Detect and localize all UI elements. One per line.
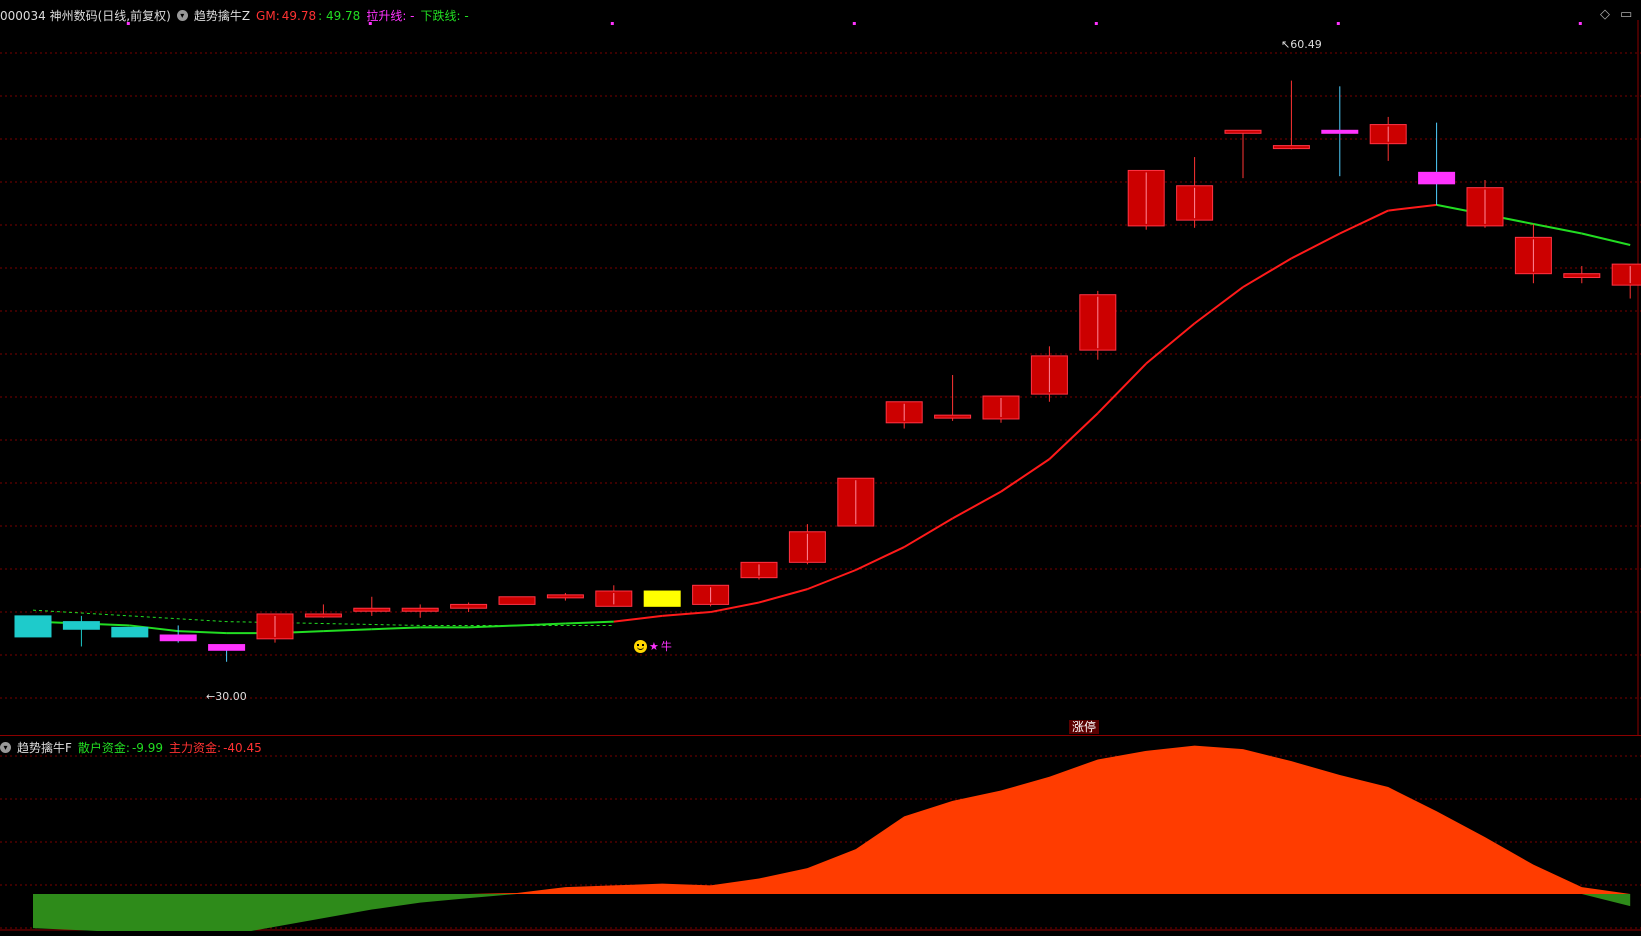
gm-value-2: : 49.78: [318, 8, 361, 23]
candle-body: [62, 621, 100, 630]
trend-line-segment: [1145, 322, 1196, 365]
trend-line-segment: [1533, 222, 1582, 235]
period-marker: [1094, 22, 1098, 25]
trend-line-segment: [1048, 412, 1099, 460]
candle-body: [1611, 263, 1641, 286]
candle-body: [934, 414, 972, 419]
trend-line-segment: [1581, 232, 1631, 246]
fall-line-label: 下跌线: -: [420, 9, 469, 23]
retail-fund-label: 散户资金:: [77, 741, 130, 755]
candle-body: [304, 613, 342, 618]
trend-line-segment: [565, 620, 614, 625]
trend-line-segment: [903, 517, 954, 548]
high-price-label: ↖60.49: [1281, 38, 1322, 51]
trend-line-segment: [516, 622, 566, 627]
trend-line-segment: [1000, 458, 1050, 493]
trend-line-segment: [1339, 209, 1389, 235]
candlestick-chart[interactable]: [0, 0, 1641, 735]
candle-body: [1224, 129, 1262, 134]
candle-body: [1418, 171, 1456, 185]
trend-line-segment: [1242, 257, 1292, 288]
trend-line-segment: [1388, 203, 1437, 212]
candle-body: [1272, 145, 1310, 150]
candle-body: [111, 626, 149, 638]
trend-line-segment: [613, 614, 663, 623]
high-price-value: 60.49: [1290, 38, 1322, 51]
trend-line-segment: [662, 611, 711, 617]
trend-line-segment: [855, 546, 905, 571]
main-fund-area: [33, 745, 1631, 894]
main-chart-panel[interactable]: 000034 神州数码(日线,前复权) ▾ 趋势擒牛Z GM: 49.78 : …: [0, 0, 1641, 735]
window-toggle-icon[interactable]: ▭: [1620, 7, 1632, 22]
trend-line-segment: [952, 490, 1002, 520]
trend-line-segment: [758, 588, 808, 604]
stock-code-name: 000034 神州数码(日线,前复权): [0, 9, 171, 23]
trend-line-segment: [807, 569, 857, 591]
limit-up-tag: 涨停: [1069, 720, 1100, 734]
candle-body: [353, 607, 391, 612]
main-fund-label: 主力资金:: [169, 741, 222, 755]
trend-line-segment: [178, 630, 227, 635]
signal-label: 牛: [660, 640, 672, 653]
candle-body: [159, 634, 197, 642]
candle-body: [546, 594, 584, 599]
low-price-value: 30.00: [215, 690, 247, 703]
main-fund-value: -40.45: [223, 740, 262, 755]
trend-line-segment: [323, 628, 372, 633]
trend-line-segment: [468, 624, 518, 629]
candle-body: [1321, 129, 1359, 134]
fund-flow-chart[interactable]: [0, 736, 1641, 931]
trend-line-segment: [1193, 286, 1244, 325]
star-icon: ★: [649, 639, 659, 653]
sub-indicator-settings-icon[interactable]: ▾: [0, 742, 11, 753]
fund-flow-header: ▾ 趋势擒牛F 散户资金: -9.99 主力资金: -40.45: [0, 739, 262, 756]
candle-body: [401, 607, 439, 612]
chart-header: 000034 神州数码(日线,前复权) ▾ 趋势擒牛Z GM: 49.78 : …: [0, 7, 469, 24]
candle-body: [14, 615, 52, 638]
period-marker: [610, 22, 614, 25]
indicator-name: 趋势擒牛Z: [193, 9, 251, 23]
rise-line-label: 拉升线: -: [366, 9, 415, 23]
candle-body: [643, 590, 681, 607]
smiley-icon: [634, 639, 647, 653]
period-marker: [1578, 22, 1582, 25]
gm-value: 49.78: [281, 8, 317, 23]
sub-indicator-name: 趋势擒牛F: [17, 741, 72, 755]
trend-line-segment: [1290, 232, 1341, 260]
fund-flow-panel[interactable]: ▾ 趋势擒牛F 散户资金: -9.99 主力资金: -40.45: [0, 735, 1641, 931]
retail-fund-area: [33, 894, 1631, 931]
period-marker: [1336, 22, 1340, 25]
trend-line-segment: [1097, 362, 1147, 414]
retail-fund-value: -9.99: [131, 740, 164, 755]
period-marker: [852, 22, 856, 25]
buy-signal-marker: ★ 牛: [634, 638, 672, 654]
indicator-settings-icon[interactable]: ▾: [176, 10, 188, 21]
trend-line-segment: [371, 626, 421, 631]
low-price-label: ←30.00: [206, 690, 247, 703]
candle-body: [450, 603, 488, 609]
candle-body: [498, 596, 536, 605]
candle-body: [1563, 273, 1601, 279]
diamond-icon[interactable]: ◇: [1600, 7, 1610, 22]
gm-label: GM:: [256, 8, 280, 23]
candle-body: [208, 644, 246, 651]
